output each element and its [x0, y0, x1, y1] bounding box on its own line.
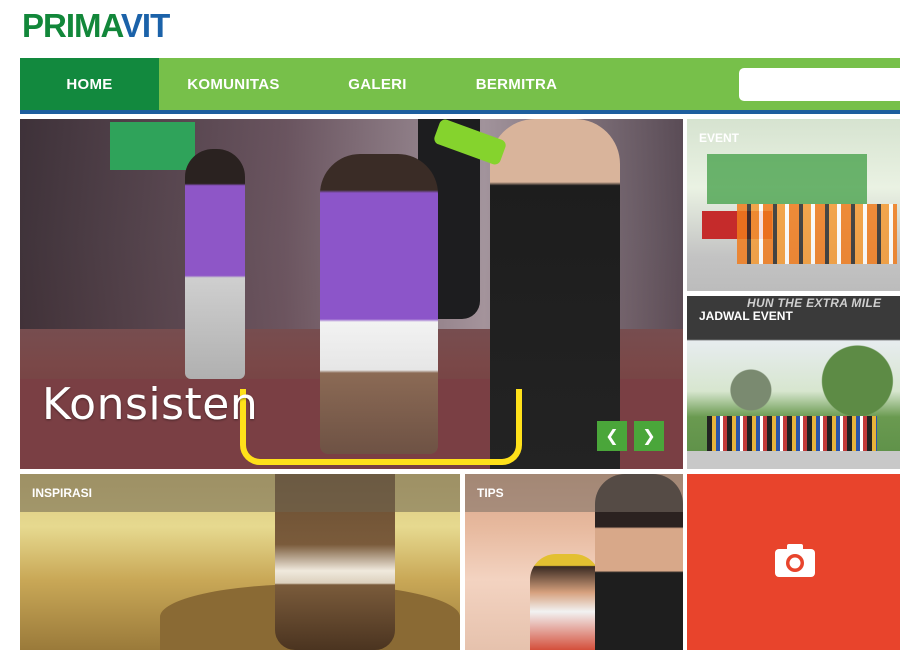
nav-divider	[20, 110, 900, 114]
nav-item-bermitra[interactable]: BERMITRA	[464, 58, 569, 110]
primavit-logo[interactable]: PRIMAVIT	[22, 7, 170, 44]
inspirasi-tile[interactable]: INSPIRASI	[20, 474, 460, 650]
exercise-bike-image	[240, 389, 522, 465]
event-banner-image	[707, 154, 867, 204]
event-label: EVENT	[699, 131, 740, 145]
camera-icon	[775, 544, 815, 577]
inspirasi-label: INSPIRASI	[20, 474, 460, 512]
tips-label: TIPS	[465, 474, 683, 512]
nav-item-komunitas[interactable]: KOMUNITAS	[171, 58, 296, 110]
woman-image	[530, 554, 600, 650]
event-tile[interactable]: EVENT	[687, 119, 900, 291]
nav-item-home[interactable]: HOME	[20, 58, 159, 110]
hero-caption: Konsisten	[42, 379, 259, 430]
logo-text-prima: PRIMA	[22, 7, 122, 44]
hero-slider[interactable]: Konsisten ❮ ❯	[20, 119, 683, 469]
chevron-right-icon[interactable]: ❯	[634, 421, 664, 451]
road-image	[687, 451, 900, 469]
search-input[interactable]	[739, 68, 900, 101]
jadwal-event-label: JADWAL EVENT	[699, 309, 793, 323]
chevron-left-icon[interactable]: ❮	[597, 421, 627, 451]
gallery-tile[interactable]	[687, 474, 900, 650]
logo-text-vit: VIT	[120, 7, 170, 44]
runners-image	[707, 416, 877, 452]
gym-sign-image	[110, 122, 195, 170]
tips-tile[interactable]: TIPS	[465, 474, 683, 650]
nav-item-galeri[interactable]: GALERI	[335, 58, 420, 110]
person-image	[185, 149, 245, 379]
event-crowd-image	[737, 204, 897, 264]
jadwal-event-tile[interactable]: HUN THE EXTRA MILE JADWAL EVENT	[687, 296, 900, 469]
trees-image	[687, 336, 900, 426]
